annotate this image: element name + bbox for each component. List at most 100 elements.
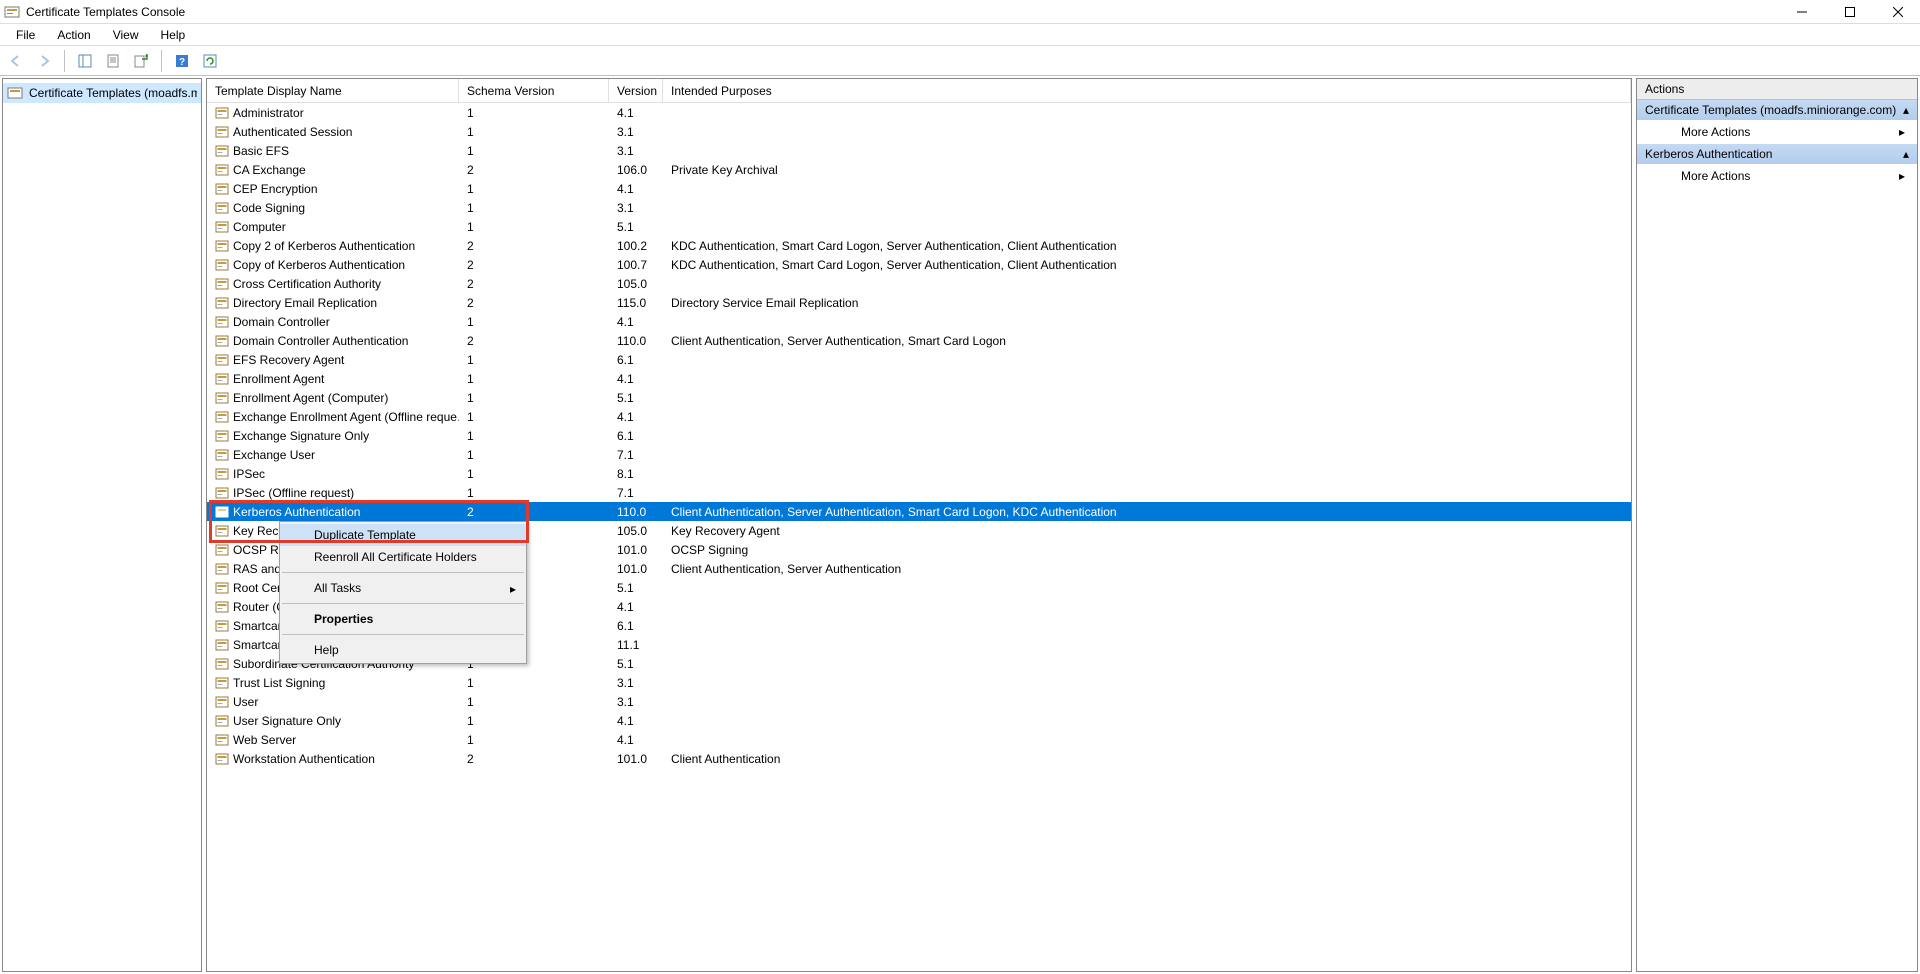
table-row[interactable]: IPSec (Offline request)17.1	[207, 483, 1631, 502]
table-row[interactable]: CA Exchange2106.0Private Key Archival	[207, 160, 1631, 179]
row-schema: 1	[459, 448, 609, 462]
row-version: 101.0	[609, 752, 663, 766]
row-purpose: KDC Authentication, Smart Card Logon, Se…	[663, 258, 1631, 272]
table-row[interactable]: User13.1	[207, 692, 1631, 711]
row-schema: 1	[459, 429, 609, 443]
row-name: Web Server	[233, 733, 296, 747]
row-version: 5.1	[609, 581, 663, 595]
cert-template-icon	[215, 220, 229, 234]
actions-section-kerberos[interactable]: Kerberos Authentication ▴	[1637, 144, 1917, 164]
table-row[interactable]: Kerberos Authentication2110.0Client Auth…	[207, 502, 1631, 521]
row-version: 4.1	[609, 106, 663, 120]
table-row[interactable]: Copy of Kerberos Authentication2100.7KDC…	[207, 255, 1631, 274]
table-row[interactable]: Domain Controller Authentication2110.0Cl…	[207, 331, 1631, 350]
table-row[interactable]: EFS Recovery Agent16.1	[207, 350, 1631, 369]
table-row[interactable]: Workstation Authentication2101.0Client A…	[207, 749, 1631, 768]
context-menu-reenroll[interactable]: Reenroll All Certificate Holders	[280, 546, 526, 568]
table-row[interactable]: IPSec18.1	[207, 464, 1631, 483]
actions-section-cert-templates[interactable]: Certificate Templates (moadfs.miniorange…	[1637, 100, 1917, 120]
column-header-version[interactable]: Version	[609, 79, 663, 102]
cert-template-icon	[215, 315, 229, 329]
cert-template-icon	[215, 258, 229, 272]
cert-template-icon	[215, 562, 229, 576]
nav-node-cert-templates[interactable]: Certificate Templates (moadfs.mi	[3, 83, 201, 103]
collapse-icon: ▴	[1903, 103, 1909, 117]
table-row[interactable]: Exchange User17.1	[207, 445, 1631, 464]
toolbar-refresh-button[interactable]	[198, 49, 222, 73]
menu-file[interactable]: File	[6, 26, 45, 44]
table-row[interactable]: Trust List Signing13.1	[207, 673, 1631, 692]
table-row[interactable]: Authenticated Session13.1	[207, 122, 1631, 141]
row-name: CEP Encryption	[233, 182, 318, 196]
table-row[interactable]: Enrollment Agent14.1	[207, 369, 1631, 388]
toolbar-separator	[64, 50, 65, 72]
menu-view[interactable]: View	[103, 26, 149, 44]
nav-back-button[interactable]	[4, 49, 28, 73]
list-pane: Template Display Name Schema Version Ver…	[206, 78, 1632, 972]
row-schema: 1	[459, 353, 609, 367]
nav-forward-button[interactable]	[32, 49, 56, 73]
cert-template-icon	[215, 543, 229, 557]
row-version: 5.1	[609, 391, 663, 405]
window-controls	[1790, 3, 1916, 21]
cert-template-icon	[215, 353, 229, 367]
minimize-button[interactable]	[1790, 3, 1814, 21]
nav-node-label: Certificate Templates (moadfs.mi	[29, 86, 197, 100]
row-purpose: Client Authentication, Server Authentica…	[663, 334, 1631, 348]
context-menu-all-tasks[interactable]: All Tasks ▸	[280, 577, 526, 599]
table-row[interactable]: Basic EFS13.1	[207, 141, 1631, 160]
toolbar-help-button[interactable]: ?	[170, 49, 194, 73]
row-purpose: Key Recovery Agent	[663, 524, 1631, 538]
row-schema: 2	[459, 239, 609, 253]
row-schema: 1	[459, 201, 609, 215]
table-row[interactable]: Web Server14.1	[207, 730, 1631, 749]
row-name: Exchange User	[233, 448, 315, 462]
menu-help[interactable]: Help	[151, 26, 196, 44]
titlebar: Certificate Templates Console	[0, 0, 1920, 24]
table-row[interactable]: Code Signing13.1	[207, 198, 1631, 217]
column-header-purpose[interactable]: Intended Purposes	[663, 79, 1631, 102]
cert-template-icon	[215, 505, 229, 519]
toolbar-show-hide-tree-button[interactable]	[73, 49, 97, 73]
row-purpose: KDC Authentication, Smart Card Logon, Se…	[663, 239, 1631, 253]
table-row[interactable]: Domain Controller14.1	[207, 312, 1631, 331]
table-row[interactable]: Directory Email Replication2115.0Directo…	[207, 293, 1631, 312]
actions-more-actions-2[interactable]: More Actions ▸	[1637, 164, 1917, 188]
list-header: Template Display Name Schema Version Ver…	[207, 79, 1631, 103]
svg-text:?: ?	[179, 57, 185, 68]
table-row[interactable]: Enrollment Agent (Computer)15.1	[207, 388, 1631, 407]
menu-action[interactable]: Action	[47, 26, 100, 44]
context-menu-duplicate-template[interactable]: Duplicate Template	[280, 524, 526, 546]
row-schema: 1	[459, 676, 609, 690]
maximize-button[interactable]	[1838, 3, 1862, 21]
column-header-name[interactable]: Template Display Name	[207, 79, 459, 102]
cert-template-icon	[215, 581, 229, 595]
toolbar-properties-button[interactable]	[101, 49, 125, 73]
table-row[interactable]: Computer15.1	[207, 217, 1631, 236]
table-row[interactable]: CEP Encryption14.1	[207, 179, 1631, 198]
row-version: 5.1	[609, 220, 663, 234]
row-name: Domain Controller	[233, 315, 330, 329]
column-header-schema[interactable]: Schema Version	[459, 79, 609, 102]
row-schema: 1	[459, 220, 609, 234]
cert-template-icon	[215, 277, 229, 291]
table-row[interactable]: Administrator14.1	[207, 103, 1631, 122]
close-button[interactable]	[1886, 3, 1910, 21]
row-schema: 1	[459, 486, 609, 500]
table-row[interactable]: User Signature Only14.1	[207, 711, 1631, 730]
table-row[interactable]: Cross Certification Authority2105.0	[207, 274, 1631, 293]
table-row[interactable]: Exchange Enrollment Agent (Offline reque…	[207, 407, 1631, 426]
actions-section-label: Certificate Templates (moadfs.miniorange…	[1645, 103, 1896, 117]
context-menu-properties[interactable]: Properties	[280, 608, 526, 630]
context-menu-help[interactable]: Help	[280, 639, 526, 661]
toolbar-export-button[interactable]	[129, 49, 153, 73]
row-schema: 1	[459, 144, 609, 158]
row-name: Basic EFS	[233, 144, 289, 158]
actions-more-actions-1[interactable]: More Actions ▸	[1637, 120, 1917, 144]
cert-template-icon	[215, 239, 229, 253]
row-name: Enrollment Agent (Computer)	[233, 391, 388, 405]
app-icon	[4, 4, 20, 20]
table-row[interactable]: Copy 2 of Kerberos Authentication2100.2K…	[207, 236, 1631, 255]
table-row[interactable]: Exchange Signature Only16.1	[207, 426, 1631, 445]
submenu-arrow-icon: ▸	[1899, 125, 1905, 139]
